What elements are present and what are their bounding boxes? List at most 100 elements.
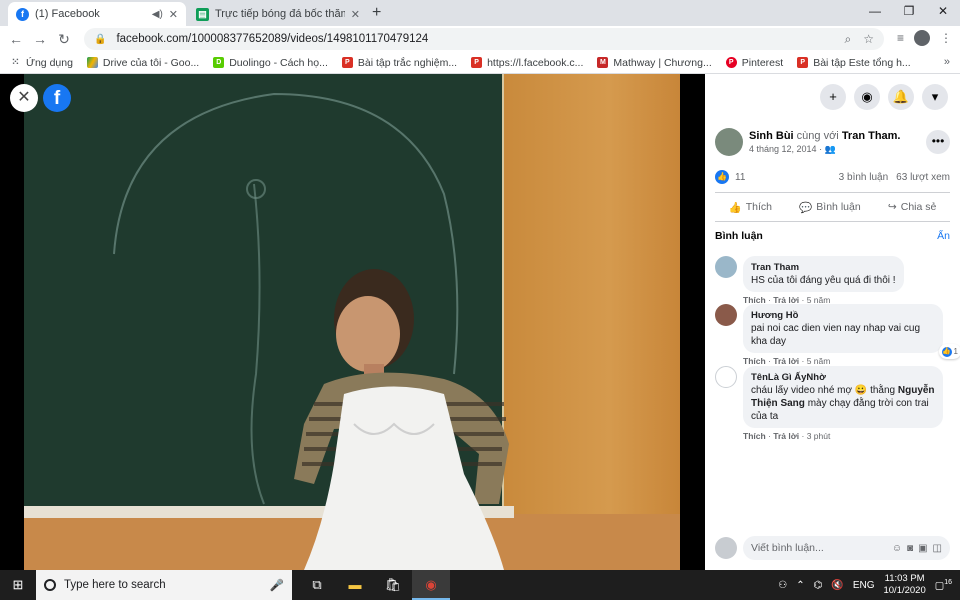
like-reaction-icon: 👍: [715, 170, 729, 184]
wall: [504, 74, 680, 570]
profile-avatar[interactable]: [914, 30, 930, 46]
bookmark-duolingo[interactable]: D Duolingo - Cách họ...: [213, 57, 328, 69]
speaker-icon[interactable]: ◀): [152, 9, 163, 20]
bookmark-facebook-link[interactable]: Phttps://l.facebook.c...: [471, 57, 583, 69]
comment-like-link[interactable]: Thích: [743, 356, 766, 366]
close-window-icon[interactable]: ✕: [926, 0, 960, 24]
task-view-icon[interactable]: ⧉: [298, 570, 336, 600]
comments-header: Bình luận Ẩn: [715, 230, 950, 242]
bookmarks-bar: ⁙ Ứng dụng Drive của tôi - Goo... D Duolin…: [0, 52, 960, 74]
messenger-icon[interactable]: ◉: [854, 84, 880, 110]
chrome-icon[interactable]: ◉: [412, 570, 450, 600]
comment-reply-link[interactable]: Trả lời: [773, 431, 799, 441]
author-avatar[interactable]: [715, 128, 743, 156]
video-player[interactable]: ✕ f: [0, 74, 705, 570]
comment-like-link[interactable]: Thích: [743, 431, 766, 441]
comment-text: HS của tôi đáng yêu quá đi thôi !: [751, 275, 896, 286]
facebook-icon: f: [16, 7, 29, 21]
people-icon[interactable]: ⚇: [778, 580, 787, 591]
bookmark-mathway[interactable]: M Mathway | Chương...: [597, 57, 712, 69]
menu-icon[interactable]: ⋮: [940, 31, 952, 45]
comment-time[interactable]: 3 phút: [807, 431, 831, 441]
like-button[interactable]: 👍 Thích: [729, 201, 772, 214]
zoom-icon[interactable]: ⌕: [845, 32, 852, 47]
comment-item: TênLà Gì ẤyNhờ cháu lấy video nhé mợ 😀 t…: [715, 366, 950, 441]
comment-count[interactable]: 3 bình luận: [839, 172, 889, 183]
tab-sheets[interactable]: ▤ Trực tiếp bóng đá bốc thăm Cha ✕: [188, 2, 368, 26]
facebook-logo-icon[interactable]: f: [43, 84, 71, 112]
bookmark-este[interactable]: P Bài tập Este tổng h...: [797, 57, 911, 69]
taskbar-search[interactable]: Type here to search 🎤: [36, 570, 292, 600]
avatar[interactable]: [715, 366, 737, 388]
tray-chevron-up-icon[interactable]: ⌃: [796, 580, 804, 591]
more-options-icon[interactable]: •••: [926, 130, 950, 154]
microphone-icon[interactable]: 🎤: [270, 578, 284, 592]
more-bookmarks-icon[interactable]: »: [944, 56, 950, 68]
video-frame: [24, 74, 680, 570]
forward-icon[interactable]: →: [28, 31, 52, 47]
media-control-icon[interactable]: ≡: [897, 31, 904, 45]
tagged-name[interactable]: Tran Tham.: [842, 130, 901, 142]
tab-strip: f (1) Facebook ◀) ✕ ▤ Trực tiếp bóng đá …: [0, 0, 960, 26]
commenter-name[interactable]: TênLà Gì ẤyNhờ: [751, 371, 935, 384]
restore-icon[interactable]: ❐: [892, 0, 926, 24]
account-menu-chevron-icon[interactable]: ▾: [922, 84, 948, 110]
post-sidebar: + ◉ 🔔 ▾ Sinh Bùi cùng với Tran Tham. 4 t…: [705, 74, 960, 570]
minimize-icon[interactable]: —: [858, 0, 892, 24]
address-bar[interactable]: 🔒 facebook.com/100008377652089/videos/14…: [84, 28, 884, 50]
back-icon[interactable]: ←: [4, 31, 28, 47]
commenter-name[interactable]: Tran Tham: [751, 261, 896, 274]
file-explorer-icon[interactable]: ▬: [336, 570, 374, 600]
hide-comments-link[interactable]: Ẩn: [937, 230, 950, 242]
pdf-icon: P: [471, 57, 483, 68]
avatar[interactable]: [715, 256, 737, 278]
bookmark-pdf[interactable]: P Bài tập trắc nghiệm...: [341, 57, 457, 69]
volume-mute-icon[interactable]: 🔇: [831, 580, 843, 591]
comment-time[interactable]: 5 năm: [807, 356, 831, 366]
reload-icon[interactable]: ↻: [52, 31, 76, 48]
avatar[interactable]: [715, 304, 737, 326]
drive-icon: [86, 57, 98, 68]
close-tab-icon[interactable]: ✕: [351, 8, 360, 21]
comment-button[interactable]: 💬 Bình luận: [799, 201, 860, 214]
comment-bubble: Tran Tham HS của tôi đáng yêu quá đi thô…: [743, 256, 904, 292]
tab-facebook[interactable]: f (1) Facebook ◀) ✕: [8, 2, 186, 26]
keyboard-language[interactable]: ENG: [853, 580, 875, 591]
windows-taskbar: ⊞ Type here to search 🎤 ⧉ ▬ 🛍 ◉ ⚇ ⌃ ⌬ 🔇 …: [0, 570, 960, 600]
pdf-icon: P: [797, 57, 809, 68]
bookmark-star-icon[interactable]: ☆: [863, 32, 874, 46]
my-avatar: [715, 537, 737, 559]
post-date[interactable]: 4 tháng 12, 2014: [749, 144, 817, 154]
camera-icon[interactable]: ◙: [907, 543, 913, 554]
clock[interactable]: 11:03 PM 10/1/2020: [883, 573, 925, 597]
audience-friends-icon: · 👥: [819, 143, 836, 154]
like-count[interactable]: 11: [735, 172, 745, 183]
author-name[interactable]: Sinh Bùi: [749, 130, 794, 142]
bookmark-apps[interactable]: ⁙ Ứng dụng: [10, 57, 73, 69]
gif-icon[interactable]: ▣: [918, 543, 927, 554]
network-icon[interactable]: ⌬: [814, 580, 823, 591]
notification-center-icon[interactable]: ▢16: [935, 579, 952, 591]
commenter-name[interactable]: Hương Hồ: [751, 309, 935, 322]
comment-input[interactable]: Viết bình luận... ☺ ◙ ▣ ◫: [743, 536, 950, 560]
comment-icon: 💬: [799, 201, 813, 214]
close-video-button[interactable]: ✕: [10, 84, 38, 112]
comment-reply-link[interactable]: Trả lời: [773, 356, 799, 366]
close-tab-icon[interactable]: ✕: [169, 8, 178, 21]
url-text[interactable]: facebook.com/100008377652089/videos/1498…: [116, 33, 832, 45]
emoji-icon[interactable]: ☺: [892, 543, 902, 554]
create-button[interactable]: +: [820, 84, 846, 110]
reaction-count[interactable]: 👍 1: [938, 344, 960, 359]
sticker-icon[interactable]: ◫: [933, 543, 942, 554]
lock-icon[interactable]: 🔒: [94, 34, 106, 45]
notifications-bell-icon[interactable]: 🔔: [888, 84, 914, 110]
child-figure: [294, 269, 509, 570]
new-tab-button[interactable]: +: [372, 4, 381, 22]
share-button[interactable]: ↪ Chia sẻ: [888, 201, 936, 213]
comment-text: cháu lấy video nhé mợ 😀 thằng Nguyễn Thi…: [751, 385, 935, 422]
store-icon[interactable]: 🛍: [374, 570, 412, 600]
bookmark-drive[interactable]: Drive của tôi - Goo...: [86, 57, 199, 69]
bookmark-pinterest[interactable]: P Pinterest: [725, 57, 783, 69]
post-stats: 👍 11 3 bình luận 63 lượt xem: [715, 170, 950, 184]
windows-start-icon[interactable]: ⊞: [0, 577, 36, 593]
